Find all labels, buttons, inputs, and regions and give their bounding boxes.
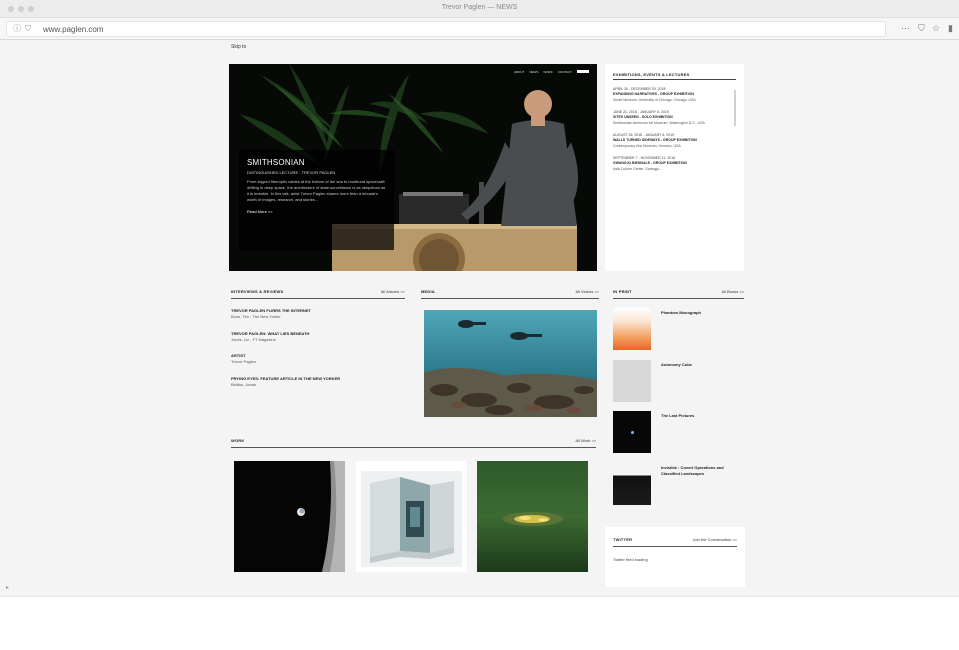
event-date: JUNE 21, 2018 - JANUARY 6, 2019 (613, 110, 669, 114)
event-place: Smart Museum, University of Chicago, Chi… (613, 98, 696, 102)
shield-icon[interactable]: ⛉ (25, 25, 31, 33)
event-title[interactable]: WALLS TURNED SIDEWAYS - GROUP EXHIBITION (613, 138, 726, 143)
event-title[interactable]: GWANGJU BIENNALE - GROUP EXHIBITION (613, 161, 726, 166)
article-byline: Trevor Paglen (231, 359, 256, 364)
hero-description: From tapped fiberoptic cables at the bot… (247, 179, 386, 202)
skip-link[interactable]: Skip to (231, 44, 246, 50)
hero-nav-contact[interactable]: CONTACT (558, 70, 572, 74)
twitter-feed-status: Twitter feed loading (613, 557, 648, 562)
book-title[interactable]: Autonomy Cube (661, 362, 741, 368)
event-date: APRIL 26 - DECEMBER 30, 2018 (613, 87, 666, 91)
page-footer-area (0, 596, 959, 650)
sidebar-icon[interactable]: ▮ (948, 24, 953, 33)
all-books-link[interactable]: All Books >> (722, 289, 744, 294)
info-icon[interactable]: ⓘ (13, 25, 21, 33)
media-heading: MEDIA (421, 289, 435, 294)
work-item[interactable] (234, 461, 345, 572)
twitter-panel: TWITTER Join the Conversation >> Twitter… (605, 527, 745, 587)
book-title[interactable]: Invisible : Covert Operations and Classi… (661, 465, 741, 477)
star-icon[interactable]: ☆ (932, 24, 940, 33)
work-image (234, 461, 345, 572)
work-item[interactable] (477, 461, 588, 572)
book-cover[interactable] (613, 411, 651, 453)
events-scrollbar[interactable] (734, 90, 736, 126)
event-item[interactable]: JUNE 21, 2018 - JANUARY 6, 2019 SITES UN… (613, 110, 736, 126)
hero-title: SMITHSONIAN (247, 158, 305, 167)
work-item[interactable] (356, 461, 467, 572)
events-heading: EXHIBITIONS, EVENTS & LECTURES (613, 72, 690, 77)
corner-mark: ▸ (6, 585, 10, 591)
hero-nav: ABOUT NEWS WORK CONTACT (514, 70, 589, 74)
event-item[interactable]: AUGUST 26, 2018 - JANUARY 6, 2019 WALLS … (613, 133, 736, 149)
book-cover[interactable] (613, 463, 651, 505)
hero-nav-news[interactable]: NEWS (529, 70, 538, 74)
pocket-icon[interactable]: ⛉ (918, 24, 925, 33)
event-place: Asia Culture Center, Gwangju... (613, 167, 663, 171)
url-text[interactable]: www.paglen.com (43, 25, 103, 34)
divider (613, 79, 736, 80)
all-articles-link[interactable]: All Articles >> (381, 289, 405, 294)
event-title[interactable]: SITES UNSEEN - SOLO EXHIBITION (613, 115, 726, 120)
article-byline: Jones, Liz - FT Magazine (231, 337, 276, 342)
twitter-heading: TWITTER (613, 537, 633, 542)
work-image (477, 461, 588, 572)
window-titlebar: Trevor Paglen — NEWS (0, 0, 959, 18)
work-heading: WORK (231, 438, 245, 443)
all-work-link[interactable]: All Work >> (575, 438, 596, 443)
in-print-header: IN PRINT All Books >> (613, 289, 744, 299)
event-date: SEPTEMBER 7 - NOVEMBER 11, 2018 (613, 156, 675, 160)
interviews-header: INTERVIEWS & REVIEWS All Articles >> (231, 289, 405, 299)
article-item[interactable]: TREVOR PAGLEN FLIRRS THE INTERNET Bons, … (231, 308, 401, 320)
hero-read-more-link[interactable]: Read More >> (247, 209, 386, 214)
event-item[interactable]: SEPTEMBER 7 - NOVEMBER 11, 2018 GWANGJU … (613, 156, 736, 172)
events-panel: EXHIBITIONS, EVENTS & LECTURES APRIL 26 … (605, 64, 744, 271)
in-print-heading: IN PRINT (613, 289, 632, 294)
page-content: Skip to ABOUT NEWS WORK CONTACT SMITHSON… (0, 40, 959, 596)
browser-toolbar: ⓘ ⛉ www.paglen.com ⋯ ⛉ ☆ ▮ (0, 18, 959, 40)
all-videos-link[interactable]: All Videos >> (576, 289, 600, 294)
book-title[interactable]: Phantom Monograph (661, 310, 741, 316)
event-item[interactable]: APRIL 26 - DECEMBER 30, 2018 EXPANDING N… (613, 87, 736, 103)
menu-icon[interactable] (577, 70, 589, 73)
article-item[interactable]: ARTIST Trevor Paglen (231, 353, 401, 365)
article-item[interactable]: TREVOR PAGLEN: WHAT LIES BENEATH Jones, … (231, 331, 401, 343)
work-image (356, 461, 467, 572)
window-title: Trevor Paglen — NEWS (441, 4, 518, 11)
more-actions-icon[interactable]: ⋯ (901, 24, 910, 33)
hero-feature[interactable]: ABOUT NEWS WORK CONTACT SMITHSONIAN DIST… (229, 64, 597, 271)
address-bar[interactable]: ⓘ ⛉ www.paglen.com (6, 21, 886, 37)
work-header: WORK All Work >> (231, 438, 596, 448)
book-title[interactable]: The Last Pictures (661, 413, 741, 419)
join-conversation-link[interactable]: Join the Conversation >> (693, 537, 737, 542)
article-item[interactable]: PRYING EYES: FEATURE ARTICLE IN THE NEW … (231, 376, 381, 388)
media-header: MEDIA All Videos >> (421, 289, 599, 299)
hero-caption: SMITHSONIAN DISTINGUISHED LECTURE - TREV… (239, 150, 394, 250)
event-title[interactable]: EXPANDING NARRATIVES - GROUP EXHIBITION (613, 92, 726, 97)
article-byline: Bellian, Jonah (231, 382, 257, 387)
event-date: AUGUST 26, 2018 - JANUARY 6, 2019 (613, 133, 675, 137)
hero-subtitle: DISTINGUISHED LECTURE - TREVOR PAGLEN (247, 170, 336, 175)
book-cover[interactable] (613, 360, 651, 402)
interviews-heading: INTERVIEWS & REVIEWS (231, 289, 284, 294)
hero-nav-work[interactable]: WORK (543, 70, 552, 74)
event-place: Contemporary Arts Museum, Houston, USA (613, 144, 681, 148)
hero-nav-about[interactable]: ABOUT (514, 70, 524, 74)
event-place: Smithsonian American Art Museum, Washing… (613, 121, 705, 125)
book-cover[interactable] (613, 308, 651, 350)
article-byline: Bons, Tim - The New Yorker (231, 314, 281, 319)
media-video-thumbnail[interactable] (424, 310, 597, 417)
twitter-header: TWITTER Join the Conversation >> (613, 537, 737, 547)
